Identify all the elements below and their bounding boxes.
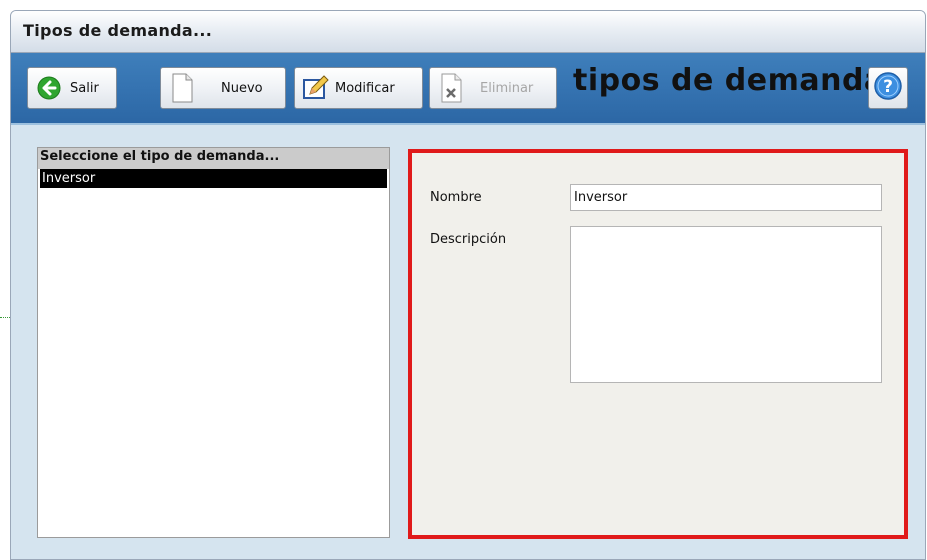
help-button[interactable]: ? [868,67,908,109]
salir-label: Salir [70,80,99,96]
list-item-inversor[interactable]: Inversor [40,169,387,188]
descripcion-label: Descripción [430,232,507,247]
nombre-label: Nombre [430,190,482,205]
nuevo-label: Nuevo [221,80,263,96]
edit-pencil-icon [301,71,331,105]
back-arrow-icon [34,71,64,105]
help-icon: ? [873,71,903,105]
list-header: Seleccione el tipo de demanda... [38,148,389,169]
eliminar-label: Eliminar [480,80,534,96]
descripcion-textarea[interactable] [570,226,882,383]
nuevo-button[interactable]: Nuevo [160,67,286,109]
eliminar-button[interactable]: Eliminar [429,67,557,109]
modificar-label: Modificar [335,80,395,96]
toolbar: Salir Nuevo Modificar Eliminar tipos de … [11,53,925,125]
new-document-icon [167,71,197,105]
tipo-demanda-list[interactable]: Seleccione el tipo de demanda... Inverso… [37,147,390,538]
detail-panel: Nombre Descripción [408,149,908,539]
page-heading: tipos de demanda [573,63,885,98]
window-title: Tipos de demanda... [11,11,925,53]
nombre-input[interactable] [570,184,882,211]
delete-document-icon [436,71,466,105]
salir-button[interactable]: Salir [27,67,117,109]
svg-text:?: ? [883,77,893,97]
dialog-window: Tipos de demanda... Salir Nuevo Modifica… [10,10,926,560]
edge-marker [0,317,10,318]
modificar-button[interactable]: Modificar [294,67,423,109]
